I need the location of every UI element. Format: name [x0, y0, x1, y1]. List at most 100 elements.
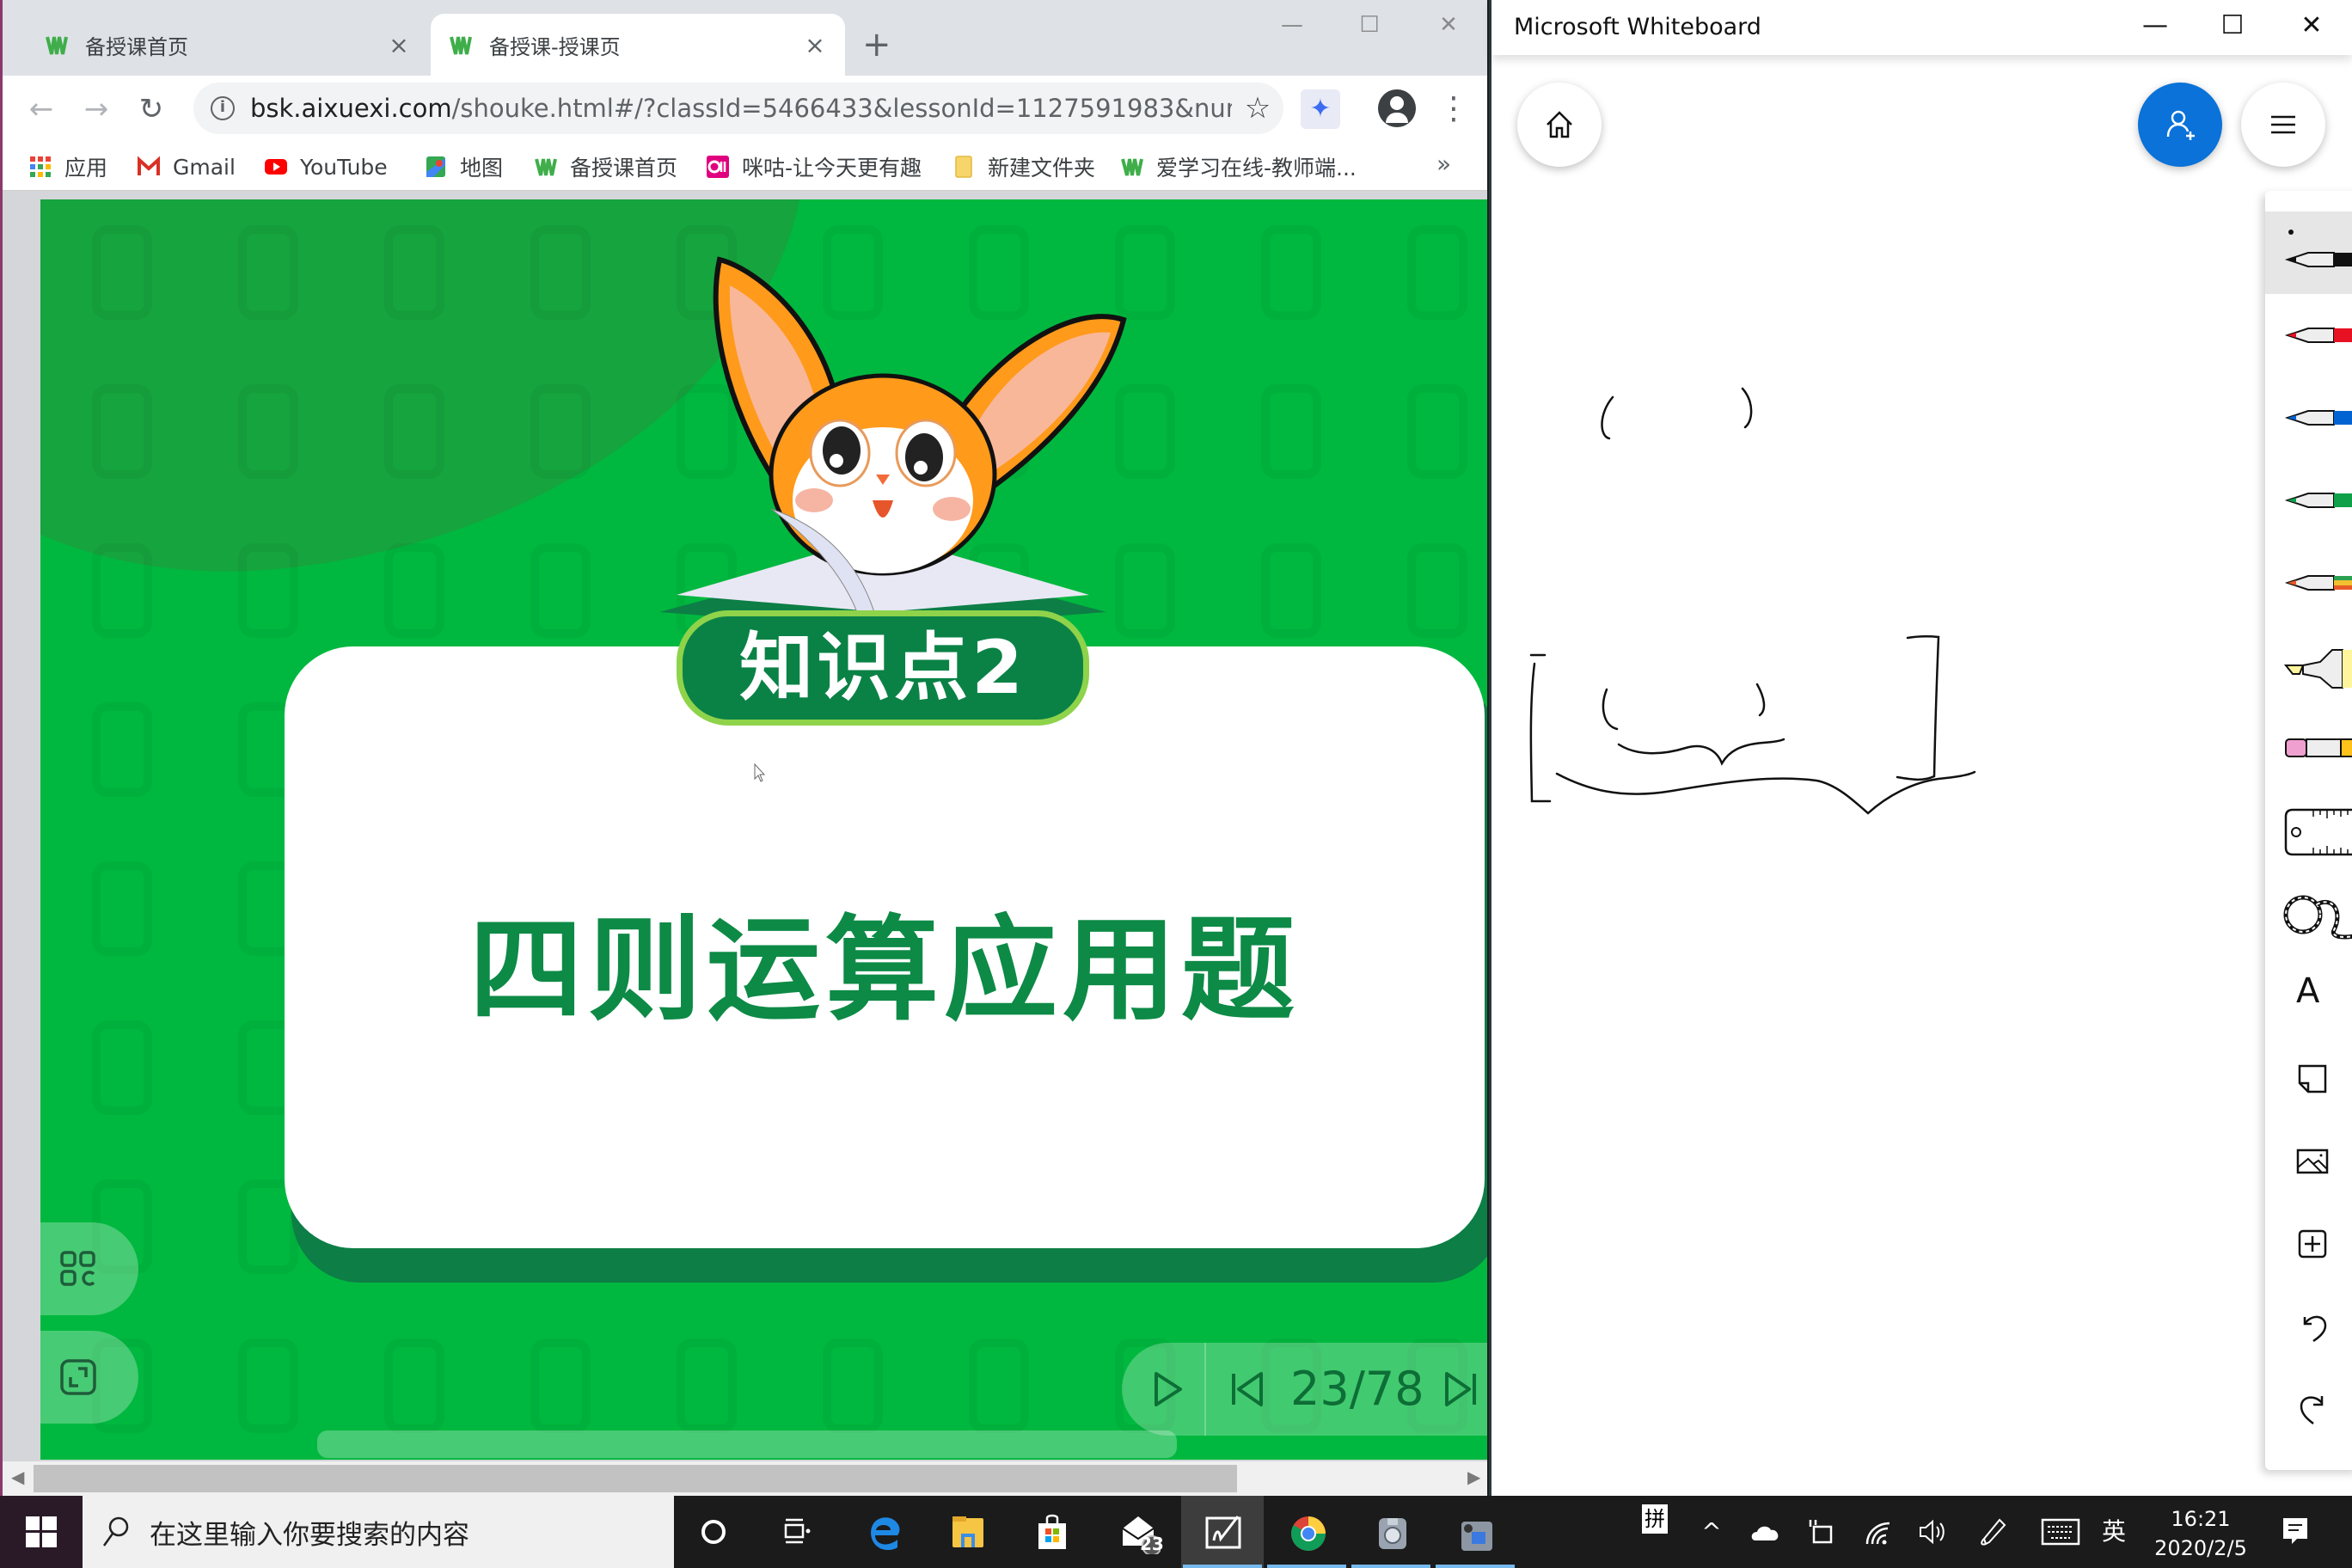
- tool-pen-red[interactable]: [2265, 294, 2352, 377]
- forward-button[interactable]: →: [75, 88, 118, 131]
- minimize-button[interactable]: —: [1266, 12, 1318, 38]
- slide-overview-button[interactable]: [40, 1222, 138, 1315]
- wifi-icon[interactable]: [1864, 1516, 1893, 1547]
- horizontal-scrollbar[interactable]: ◀ ▶: [3, 1461, 1487, 1496]
- back-button[interactable]: ←: [20, 88, 63, 131]
- background-pattern-glyph: [530, 225, 591, 320]
- fullscreen-button[interactable]: [40, 1331, 138, 1424]
- tab-close-icon[interactable]: ×: [386, 31, 412, 59]
- tab-shouke-page[interactable]: 备授课-授课页 ×: [431, 14, 845, 76]
- tab-beishouke-home[interactable]: 备授课首页 ×: [27, 14, 429, 76]
- ime-mode-indicator[interactable]: 拼: [1642, 1504, 1668, 1534]
- taskbar-camera-app[interactable]: [1434, 1496, 1516, 1568]
- previous-page-icon[interactable]: [1230, 1370, 1265, 1408]
- taskbar-whiteboard[interactable]: [1181, 1496, 1264, 1568]
- wb-home-button[interactable]: [1517, 83, 1602, 167]
- tool-lasso[interactable]: [2265, 872, 2352, 954]
- pen-workspace-icon[interactable]: [1977, 1516, 2008, 1547]
- tool-image[interactable]: [2265, 1119, 2352, 1202]
- ink-stroke: [1741, 387, 1753, 429]
- bookmark-gmail[interactable]: Gmail: [137, 150, 236, 184]
- taskbar-store[interactable]: [1011, 1496, 1093, 1568]
- tool-pen-black[interactable]: [2265, 211, 2352, 294]
- whiteboard-canvas[interactable]: [1491, 0, 2352, 1496]
- bookmark-new-folder[interactable]: 新建文件夹: [952, 150, 1095, 184]
- sticky-note-icon: [2298, 1064, 2327, 1093]
- tray-overflow-chevron[interactable]: ^: [1692, 1496, 1731, 1568]
- start-button[interactable]: [0, 1496, 83, 1568]
- onedrive-icon[interactable]: [1750, 1518, 1781, 1546]
- tool-pen-green[interactable]: [2265, 459, 2352, 542]
- background-pattern-glyph: [238, 1338, 298, 1433]
- wb-close-button[interactable]: ✕: [2286, 10, 2337, 40]
- profile-avatar-icon[interactable]: [1378, 89, 1416, 127]
- tool-pen-blue[interactable]: [2265, 377, 2352, 459]
- scrollbar-thumb[interactable]: [34, 1465, 1237, 1492]
- tool-text[interactable]: A: [2265, 954, 2352, 1037]
- taskbar-clock[interactable]: 16:21 2020/2/5: [2149, 1504, 2252, 1563]
- wb-invite-button[interactable]: [2138, 83, 2222, 167]
- search-icon: [102, 1516, 129, 1547]
- browser-toolbar: ← → ↻ i bsk.aixuexi.com/shouke.html#/?cl…: [3, 76, 1487, 143]
- running-indicator: [1436, 1565, 1515, 1568]
- next-page-icon[interactable]: [1443, 1370, 1478, 1408]
- scroll-right-arrow-icon[interactable]: ▶: [1467, 1467, 1480, 1487]
- bookmark-star-icon[interactable]: ☆: [1232, 91, 1283, 126]
- background-pattern-glyph: [92, 225, 152, 320]
- slide-progress-bar[interactable]: [317, 1430, 1177, 1458]
- whiteboard-titlebar: Microsoft Whiteboard — ☐ ✕: [1491, 0, 2352, 55]
- input-language-indicator[interactable]: 英: [2094, 1496, 2134, 1568]
- taskbar-file-explorer[interactable]: [927, 1496, 1009, 1568]
- taskbar-task-view[interactable]: [756, 1496, 839, 1568]
- taskbar-mail[interactable]: 23: [1097, 1496, 1179, 1568]
- bookmark-apps[interactable]: 应用: [28, 150, 107, 184]
- scroll-left-arrow-icon[interactable]: ◀: [11, 1467, 24, 1487]
- volume-icon[interactable]: [1917, 1516, 1948, 1547]
- taskbar-chrome[interactable]: [1265, 1496, 1348, 1568]
- background-pattern-glyph: [969, 1338, 1029, 1433]
- taskbar-edge[interactable]: [842, 1496, 925, 1568]
- bookmark-maps[interactable]: 地图: [424, 150, 503, 184]
- taskbar-cortana[interactable]: [674, 1496, 756, 1568]
- tool-redo[interactable]: [2265, 1367, 2352, 1449]
- touch-keyboard-icon[interactable]: [2041, 1518, 2080, 1546]
- tool-highlighter[interactable]: [2265, 624, 2352, 707]
- power-battery-icon[interactable]: [1805, 1516, 1834, 1547]
- url-text[interactable]: bsk.aixuexi.com/shouke.html#/?classId=54…: [250, 94, 1232, 123]
- bookmark-aixuexi-teacher[interactable]: 爱学习在线-教师端...: [1120, 150, 1357, 184]
- running-indicator: [1183, 1565, 1262, 1568]
- taskbar-media-app[interactable]: [1350, 1496, 1432, 1568]
- pen-blue-icon: [2284, 410, 2352, 426]
- wb-minimize-button[interactable]: —: [2129, 10, 2181, 40]
- tab-close-icon[interactable]: ×: [802, 31, 828, 59]
- bookmarks-overflow-button[interactable]: »: [1436, 150, 1451, 178]
- tool-eraser[interactable]: [2265, 707, 2352, 789]
- mouse-cursor-icon: [754, 763, 766, 782]
- tool-insert[interactable]: [2265, 1202, 2352, 1284]
- tool-sticky-note[interactable]: [2265, 1037, 2352, 1119]
- new-tab-button[interactable]: +: [862, 26, 891, 64]
- bookmark-migu[interactable]: 咪咕-让今天更有趣: [706, 150, 922, 184]
- chrome-menu-button[interactable]: ⋮: [1438, 88, 1469, 131]
- bookmark-beishouke-home[interactable]: 备授课首页: [534, 150, 677, 184]
- site-info-icon[interactable]: i: [211, 96, 235, 120]
- add-person-icon: [2166, 110, 2195, 140]
- tool-pen-rainbow[interactable]: [2265, 542, 2352, 624]
- tool-undo[interactable]: [2265, 1284, 2352, 1367]
- maximize-button[interactable]: ☐: [1344, 12, 1395, 38]
- fullscreen-icon: [60, 1359, 96, 1395]
- file-explorer-icon: [952, 1516, 983, 1547]
- aixuexi-icon: [1121, 158, 1143, 176]
- bookmark-youtube[interactable]: YouTube: [264, 150, 388, 184]
- address-bar[interactable]: i bsk.aixuexi.com/shouke.html#/?classId=…: [193, 83, 1283, 134]
- action-center-icon[interactable]: [2280, 1515, 2311, 1549]
- wb-maximize-button[interactable]: ☐: [2207, 10, 2258, 40]
- taskbar-search-box[interactable]: 在这里输入你要搜索的内容: [83, 1496, 674, 1568]
- close-window-button[interactable]: ✕: [1423, 12, 1474, 38]
- reload-button[interactable]: ↻: [130, 88, 173, 131]
- extension-icon[interactable]: ✦: [1301, 89, 1340, 129]
- wb-menu-button[interactable]: [2241, 83, 2325, 167]
- play-icon[interactable]: [1151, 1370, 1185, 1408]
- background-pattern-glyph: [92, 861, 152, 956]
- tool-ruler[interactable]: [2265, 789, 2352, 872]
